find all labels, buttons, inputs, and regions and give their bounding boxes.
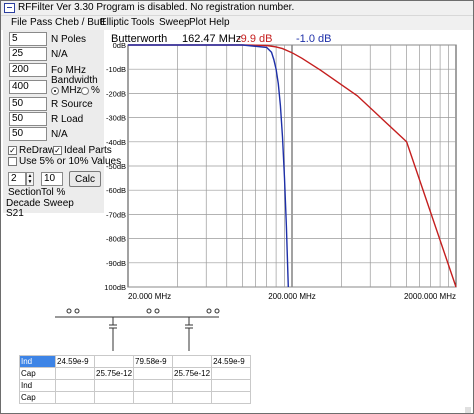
fo-input[interactable]: 200: [9, 63, 47, 77]
table-row: Cap 25.75e-12 25.75e-12: [19, 367, 252, 380]
calc-button[interactable]: Calc: [69, 171, 101, 187]
app-icon: [4, 3, 15, 13]
table-cell[interactable]: [55, 391, 95, 404]
redraw-label: ReDraw: [19, 145, 56, 156]
section-spinner[interactable]: ▲ ▼: [26, 172, 34, 186]
table-cell[interactable]: [93, 355, 135, 368]
row-header[interactable]: Ind: [19, 379, 56, 392]
table-cell[interactable]: [211, 379, 252, 392]
db-readout-1: -9.9 dB: [237, 33, 272, 45]
menu-sweep[interactable]: Sweep: [159, 17, 190, 28]
x-tick-label: 200.000 MHz: [268, 292, 316, 301]
table-row: Cap: [19, 391, 252, 404]
table-cell[interactable]: 25.75e-12: [172, 367, 213, 380]
mhz-radio[interactable]: [51, 87, 59, 95]
table-cell[interactable]: [172, 355, 213, 368]
use-5-10-checkbox[interactable]: [8, 157, 17, 166]
y-tick-label: 0dB: [113, 41, 126, 50]
menu-bar: File Pass Cheb / Butt Elliptic Tools Swe…: [1, 16, 473, 30]
table-cell[interactable]: [211, 367, 252, 380]
inductor-icon: [146, 308, 152, 314]
menu-elliptic[interactable]: Elliptic: [100, 17, 129, 28]
table-cell[interactable]: [211, 391, 252, 404]
table-cell[interactable]: 24.59e-9: [211, 355, 252, 368]
r-source-label: R Source: [51, 99, 93, 110]
y-tick-label: -70dB: [106, 210, 126, 219]
y-tick-label: -60dB: [106, 186, 126, 195]
table-cell[interactable]: 25.75e-12: [93, 367, 135, 380]
table-cell[interactable]: [172, 391, 213, 404]
table-cell[interactable]: [55, 379, 95, 392]
table-row: Ind: [19, 379, 252, 392]
y-tick-label: -10dB: [106, 65, 126, 74]
menu-plot[interactable]: Plot: [189, 17, 206, 28]
row-header[interactable]: Ind: [19, 355, 56, 368]
parameter-panel: 5 N Poles 25 N/A 200 Fo MHz 400 Bandwidt…: [3, 30, 121, 219]
row-header[interactable]: Cap: [19, 391, 56, 404]
title-bar: RFFilter Ver 3.30 Program is disabled. N…: [1, 1, 473, 16]
inductor-icon: [66, 308, 72, 314]
menu-cheb-butt[interactable]: Cheb / Butt: [55, 17, 105, 28]
table-cell[interactable]: [172, 379, 213, 392]
table-cell[interactable]: [93, 391, 135, 404]
y-tick-label: -100dB: [104, 283, 126, 292]
redraw-checkbox[interactable]: ✓: [8, 146, 17, 155]
resize-grip[interactable]: [465, 407, 471, 413]
y-tick-label: -90dB: [106, 259, 126, 268]
schematic-panel: Ind 24.59e-9 79.58e-9 24.59e-9 Cap 25.75…: [3, 307, 471, 413]
table-cell[interactable]: [93, 379, 135, 392]
menu-tools[interactable]: Tools: [131, 17, 154, 28]
ideal-parts-checkbox[interactable]: ✓: [53, 146, 62, 155]
menu-pass[interactable]: Pass: [30, 17, 52, 28]
mhz-radio-label: MHz: [61, 85, 82, 96]
y-tick-label: -80dB: [106, 235, 126, 244]
spin-down-icon[interactable]: ▼: [27, 179, 33, 185]
component-table: Ind 24.59e-9 79.58e-9 24.59e-9 Cap 25.75…: [19, 355, 252, 404]
r-load-input[interactable]: 50: [9, 112, 47, 126]
tol-input[interactable]: 10: [41, 172, 63, 186]
table-cell[interactable]: [133, 391, 174, 404]
window-title: RFFilter Ver 3.30 Program is disabled. N…: [18, 2, 295, 13]
y-tick-label: -20dB: [106, 89, 126, 98]
inductor-icon: [206, 308, 212, 314]
section-label: Section: [8, 187, 42, 198]
section-input[interactable]: 2: [8, 172, 26, 186]
y-tick-label: -30dB: [106, 114, 126, 123]
poles-label: N Poles: [51, 34, 87, 45]
app-window: RFFilter Ver 3.30 Program is disabled. N…: [0, 0, 474, 414]
bandwidth-input[interactable]: 400: [9, 80, 47, 94]
sweep-param: S21: [6, 208, 24, 219]
percent-radio[interactable]: [81, 87, 89, 95]
na-input-2[interactable]: 50: [9, 127, 47, 141]
menu-help[interactable]: Help: [209, 17, 230, 28]
table-cell[interactable]: [55, 367, 95, 380]
x-tick-label: 20.000 MHz: [128, 292, 171, 301]
na-input-1[interactable]: 25: [9, 47, 47, 61]
y-tick-label: -50dB: [106, 162, 126, 171]
plot-area: Butterworth 162.47 MHz -9.9 dB -1.0 dB 0…: [102, 30, 474, 307]
y-tick-label: -40dB: [106, 138, 126, 147]
row-header[interactable]: Cap: [19, 367, 56, 380]
percent-radio-label: %: [91, 85, 100, 96]
table-cell[interactable]: 79.58e-9: [133, 355, 174, 368]
response-chart: Butterworth 162.47 MHz -9.9 dB -1.0 dB 0…: [102, 33, 457, 301]
poles-input[interactable]: 5: [9, 32, 47, 46]
table-cell[interactable]: [133, 379, 174, 392]
na-label-1: N/A: [51, 49, 68, 60]
table-cell[interactable]: [133, 367, 174, 380]
tol-label: Tol %: [41, 187, 66, 198]
table-cell[interactable]: 24.59e-9: [55, 355, 95, 368]
r-load-label: R Load: [51, 114, 84, 125]
menu-file[interactable]: File: [11, 17, 27, 28]
table-row: Ind 24.59e-9 79.58e-9 24.59e-9: [19, 355, 252, 368]
schematic-diagram: [55, 308, 220, 351]
na-label-2: N/A: [51, 129, 68, 140]
r-source-input[interactable]: 50: [9, 97, 47, 111]
x-tick-label: 2000.000 MHz: [404, 292, 456, 301]
db-readout-2: -1.0 dB: [296, 33, 331, 45]
frequency-readout: 162.47 MHz: [182, 33, 241, 45]
